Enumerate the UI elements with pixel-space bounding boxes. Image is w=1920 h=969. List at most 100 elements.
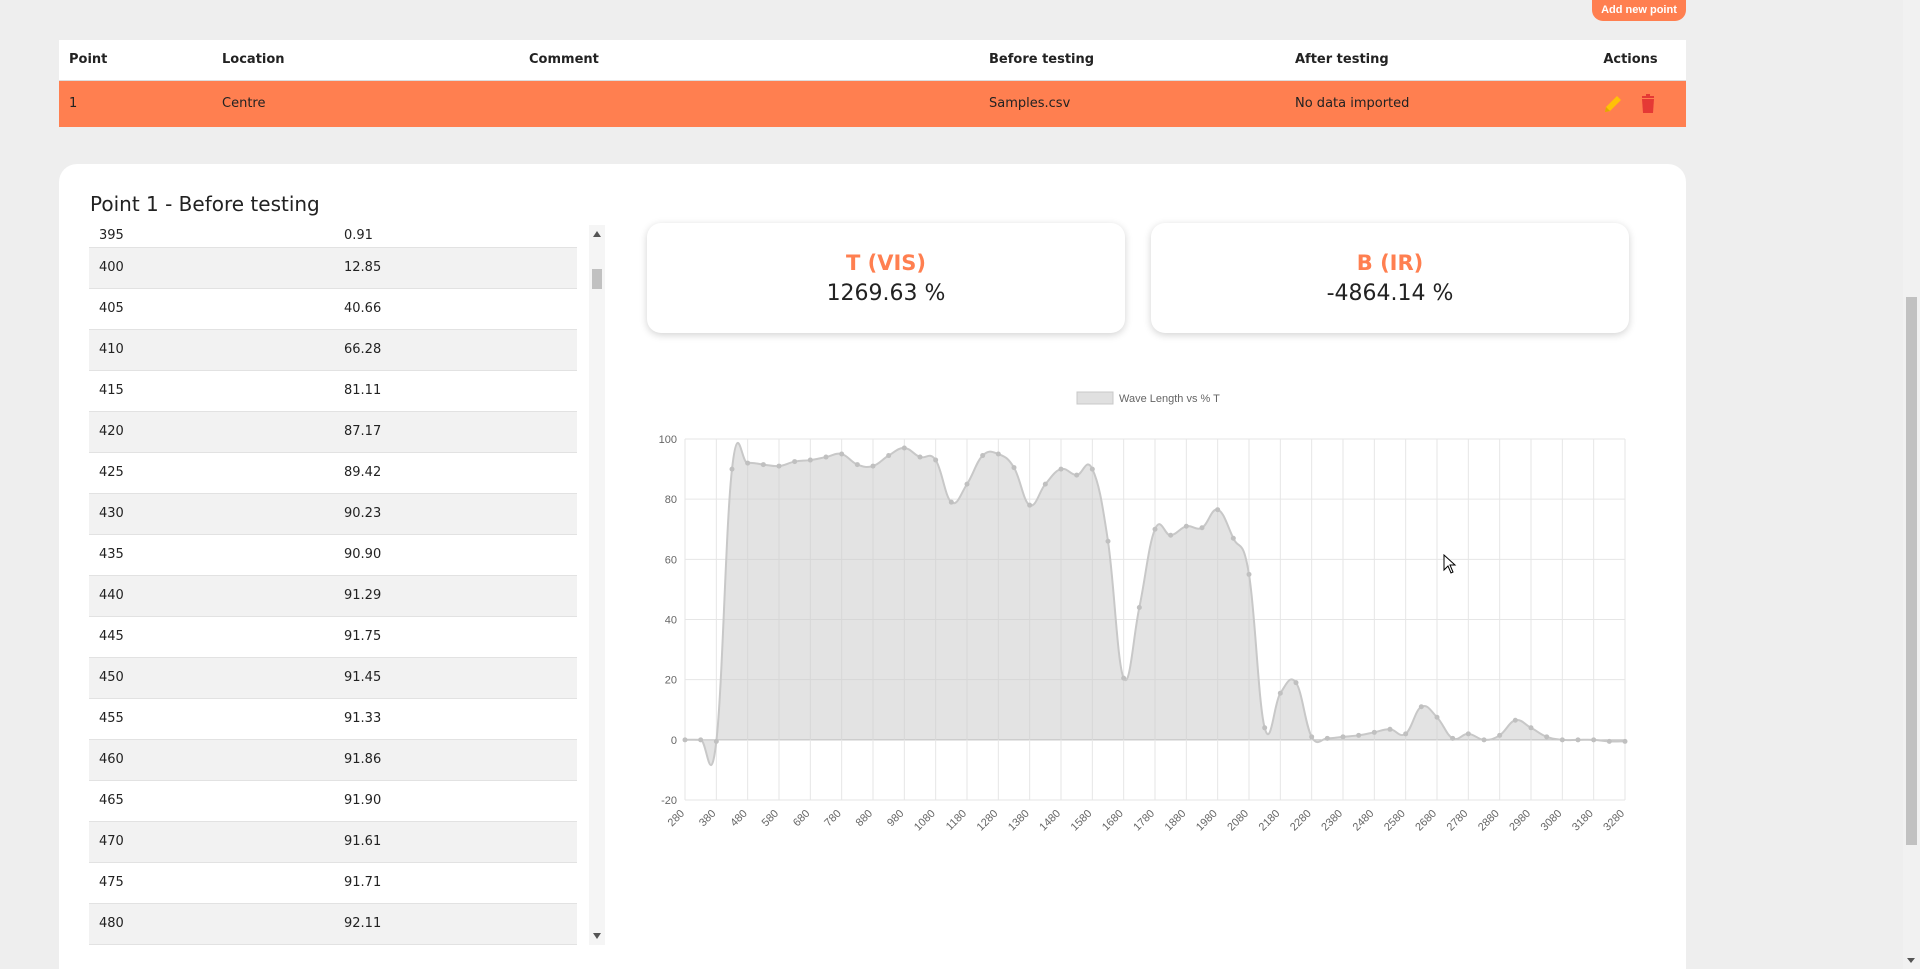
data-point	[1246, 571, 1252, 577]
value-cell: 92.11	[334, 903, 577, 945]
data-point	[1497, 732, 1503, 738]
y-tick-label: 0	[671, 735, 677, 747]
x-tick-label: 2680	[1413, 808, 1439, 834]
wavelength-cell: 475	[89, 862, 334, 904]
data-point	[1418, 704, 1424, 710]
value-cell: 91.33	[334, 698, 577, 740]
wavelength-cell: 400	[89, 247, 334, 289]
stat-label: B (IR)	[1356, 251, 1424, 275]
table-row: 415 81.11	[89, 370, 577, 412]
legend-swatch	[1076, 391, 1114, 405]
scroll-up-arrow-icon[interactable]	[593, 231, 601, 237]
x-tick-label: 1980	[1194, 808, 1220, 834]
data-point	[1011, 465, 1017, 471]
table-row: 395 0.91	[89, 225, 577, 248]
table-row: 400 12.85	[89, 247, 577, 289]
table-row: 475 91.71	[89, 862, 577, 904]
x-tick-label: 580	[760, 808, 781, 829]
value-cell: 90.23	[334, 493, 577, 535]
x-tick-label: 2580	[1382, 808, 1408, 834]
wavelength-cell: 415	[89, 370, 334, 412]
data-point	[854, 462, 860, 468]
scroll-down-arrow-icon[interactable]	[593, 933, 601, 939]
data-point	[933, 457, 939, 463]
table-row: 430 90.23	[89, 493, 577, 535]
page-scroll-down-arrow-icon[interactable]	[1907, 958, 1915, 963]
data-point	[729, 466, 735, 472]
page-scrollbar[interactable]	[1903, 0, 1920, 969]
pencil-icon[interactable]	[1602, 93, 1624, 115]
points-table: Point Location Comment Before testing Af…	[59, 40, 1686, 127]
column-header-before-testing: Before testing	[979, 40, 1285, 81]
table-row[interactable]: 1 Centre Samples.csv No data imported	[59, 80, 1686, 127]
x-tick-label: 2780	[1445, 808, 1471, 834]
value-cell: 91.61	[334, 821, 577, 863]
x-tick-label: 980	[885, 808, 906, 829]
add-new-point-button[interactable]: Add new point	[1592, 0, 1686, 21]
data-point	[1230, 535, 1236, 541]
value-cell: 91.29	[334, 575, 577, 617]
table-row: 455 91.33	[89, 698, 577, 740]
value-cell: 40.66	[334, 288, 577, 330]
legend-label: Wave Length vs % T	[1119, 393, 1220, 405]
value-cell: 66.28	[334, 329, 577, 371]
data-point	[1575, 737, 1581, 743]
value-cell: 91.86	[334, 739, 577, 781]
x-tick-label: 3280	[1601, 808, 1627, 834]
column-header-point: Point	[59, 40, 212, 81]
data-point	[1058, 466, 1064, 472]
column-header-actions: Actions	[1575, 40, 1686, 81]
wavelength-cell: 450	[89, 657, 334, 699]
data-point	[886, 453, 892, 459]
page-scrollbar-thumb[interactable]	[1906, 297, 1917, 845]
data-point	[1387, 726, 1393, 732]
column-header-comment: Comment	[519, 40, 979, 81]
x-tick-label: 1780	[1131, 808, 1157, 834]
x-tick-label: 1680	[1100, 808, 1126, 834]
trash-icon[interactable]	[1637, 93, 1659, 115]
data-point	[1591, 737, 1597, 743]
point-cell: 1	[59, 80, 212, 127]
points-table-header: Point Location Comment Before testing Af…	[59, 40, 1686, 81]
scrollbar-thumb[interactable]	[592, 269, 602, 289]
x-tick-label: 1480	[1037, 808, 1063, 834]
measurement-table-container[interactable]: 395 0.91 400 12.85 405 40.66 410 66.28 415 81.11 4…	[89, 225, 577, 945]
wavelength-cell: 470	[89, 821, 334, 863]
comment-cell	[519, 80, 979, 127]
point-detail-card: Point 1 - Before testing 395 0.91 400 12.85…	[59, 164, 1686, 969]
x-tick-label: 3080	[1539, 808, 1565, 834]
data-point	[1262, 725, 1268, 731]
data-point	[713, 738, 719, 744]
y-tick-label: -20	[661, 795, 677, 807]
x-tick-label: 1380	[1006, 808, 1032, 834]
x-tick-label: 2480	[1351, 808, 1377, 834]
x-tick-label: 1580	[1069, 808, 1095, 834]
data-point	[1152, 526, 1158, 532]
stat-value: 1269.63 %	[826, 281, 946, 306]
data-point	[995, 451, 1001, 457]
data-point	[964, 481, 970, 487]
table-row: 460 91.86	[89, 739, 577, 781]
data-point	[776, 463, 782, 469]
table-row: 445 91.75	[89, 616, 577, 658]
data-point	[1136, 604, 1142, 610]
x-tick-label: 680	[791, 808, 812, 829]
x-tick-label: 480	[728, 808, 749, 829]
data-point	[1512, 717, 1518, 723]
wavelength-cell: 460	[89, 739, 334, 781]
table-row: 425 89.42	[89, 452, 577, 494]
wavelength-cell: 480	[89, 903, 334, 945]
data-point	[917, 454, 923, 460]
wavelength-transmission-chart[interactable]: 100 80 60 40 20 0 -20280 380 480 580 680 780 880 980 1…	[625, 381, 1685, 901]
table-row: 420 87.17	[89, 411, 577, 453]
x-tick-label: 380	[697, 808, 718, 829]
column-header-location: Location	[212, 40, 519, 81]
data-point	[901, 445, 907, 451]
measurement-table-scrollbar[interactable]	[589, 225, 605, 945]
data-point	[1481, 737, 1487, 743]
stat-card-t-vis: T (VIS) 1269.63 %	[647, 223, 1125, 333]
after-testing-cell: No data imported	[1285, 80, 1575, 127]
table-row: 480 92.11	[89, 903, 577, 945]
data-point	[1356, 732, 1362, 738]
data-point	[792, 459, 798, 465]
